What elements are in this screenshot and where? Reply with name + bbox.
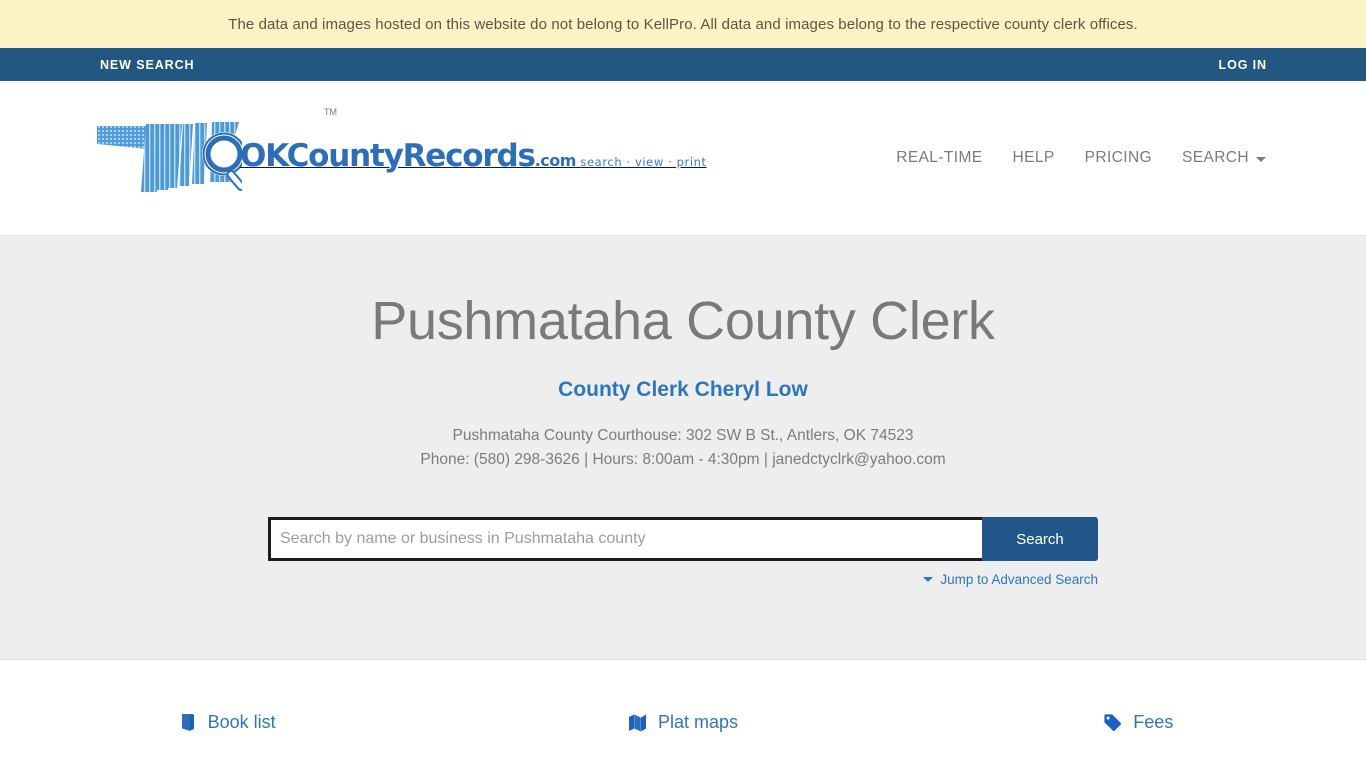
log-in-link[interactable]: LOG IN: [1219, 58, 1267, 72]
jump-to-advanced-search-link[interactable]: Jump to Advanced Search: [923, 572, 1098, 587]
search-button[interactable]: Search: [982, 517, 1098, 562]
quick-link-book-list[interactable]: Book list: [0, 712, 455, 733]
logo-wordmark-ok: OK: [240, 137, 288, 174]
quick-links-row: Book list Plat maps Fees: [0, 660, 1366, 733]
site-header: TM OKCountyRecords.com search · view · p…: [0, 81, 1366, 236]
quick-link-label-plat-maps: Plat maps: [657, 712, 739, 732]
search-form: Search: [0, 517, 1366, 562]
clerk-name-link[interactable]: County Clerk Cheryl Low: [0, 378, 1366, 402]
quick-link-label-fees: Fees: [1133, 712, 1174, 732]
nav-item-help[interactable]: HELP: [1013, 149, 1055, 167]
logo-wordmark-text: OKCountyRecords.com: [240, 138, 576, 174]
logo-trademark: TM: [324, 106, 337, 117]
office-address: Pushmataha County Courthouse: 302 SW B S…: [0, 424, 1366, 472]
logo-wordmark-rest: CountyRecords: [286, 137, 536, 174]
map-icon: [628, 713, 647, 732]
caret-down-icon: [923, 577, 934, 583]
nav-label-search: SEARCH: [1182, 149, 1249, 166]
advanced-search-row: Jump to Advanced Search: [268, 569, 1098, 587]
page-title: Pushmataha County Clerk: [371, 291, 995, 351]
nav-item-search[interactable]: SEARCH: [1182, 149, 1266, 167]
advanced-search-label: Jump to Advanced Search: [940, 572, 1098, 588]
search-input[interactable]: [268, 517, 982, 562]
logo-wordmark-dotcom: .com: [534, 150, 577, 170]
nav-item-pricing[interactable]: PRICING: [1085, 149, 1152, 167]
utility-bar: NEW SEARCH LOG IN: [0, 48, 1366, 81]
disclaimer-banner: The data and images hosted on this websi…: [0, 0, 1366, 48]
hero-section: Pushmataha County Clerk County Clerk Che…: [0, 236, 1366, 660]
quick-link-label-book-list: Book list: [207, 712, 276, 732]
logo-tagline: search · view · print: [580, 154, 707, 169]
tag-icon: [1103, 713, 1122, 732]
address-line-1: Pushmataha County Courthouse: 302 SW B S…: [452, 427, 914, 445]
logo-wordmark: TM OKCountyRecords.com search · view · p…: [240, 107, 707, 176]
new-search-link[interactable]: NEW SEARCH: [100, 58, 194, 72]
nav-label-real-time: REAL-TIME: [896, 149, 983, 166]
main-navigation: REAL-TIME HELP PRICING SEARCH: [896, 149, 1266, 167]
quick-link-fees[interactable]: Fees: [911, 712, 1366, 733]
logo-mark-icon: [94, 118, 246, 198]
site-logo[interactable]: TM OKCountyRecords.com search · view · p…: [94, 107, 707, 201]
quick-link-plat-maps[interactable]: Plat maps: [455, 712, 910, 733]
nav-label-pricing: PRICING: [1084, 149, 1152, 166]
utility-bar-right: LOG IN: [1219, 56, 1366, 74]
disclaimer-text: The data and images hosted on this websi…: [228, 15, 1138, 33]
chevron-down-icon: [1256, 156, 1266, 162]
nav-label-help: HELP: [1012, 149, 1055, 166]
address-line-2: Phone: (580) 298-3626 | Hours: 8:00am - …: [420, 451, 946, 469]
nav-item-real-time[interactable]: REAL-TIME: [896, 149, 982, 167]
book-icon: [180, 713, 197, 732]
